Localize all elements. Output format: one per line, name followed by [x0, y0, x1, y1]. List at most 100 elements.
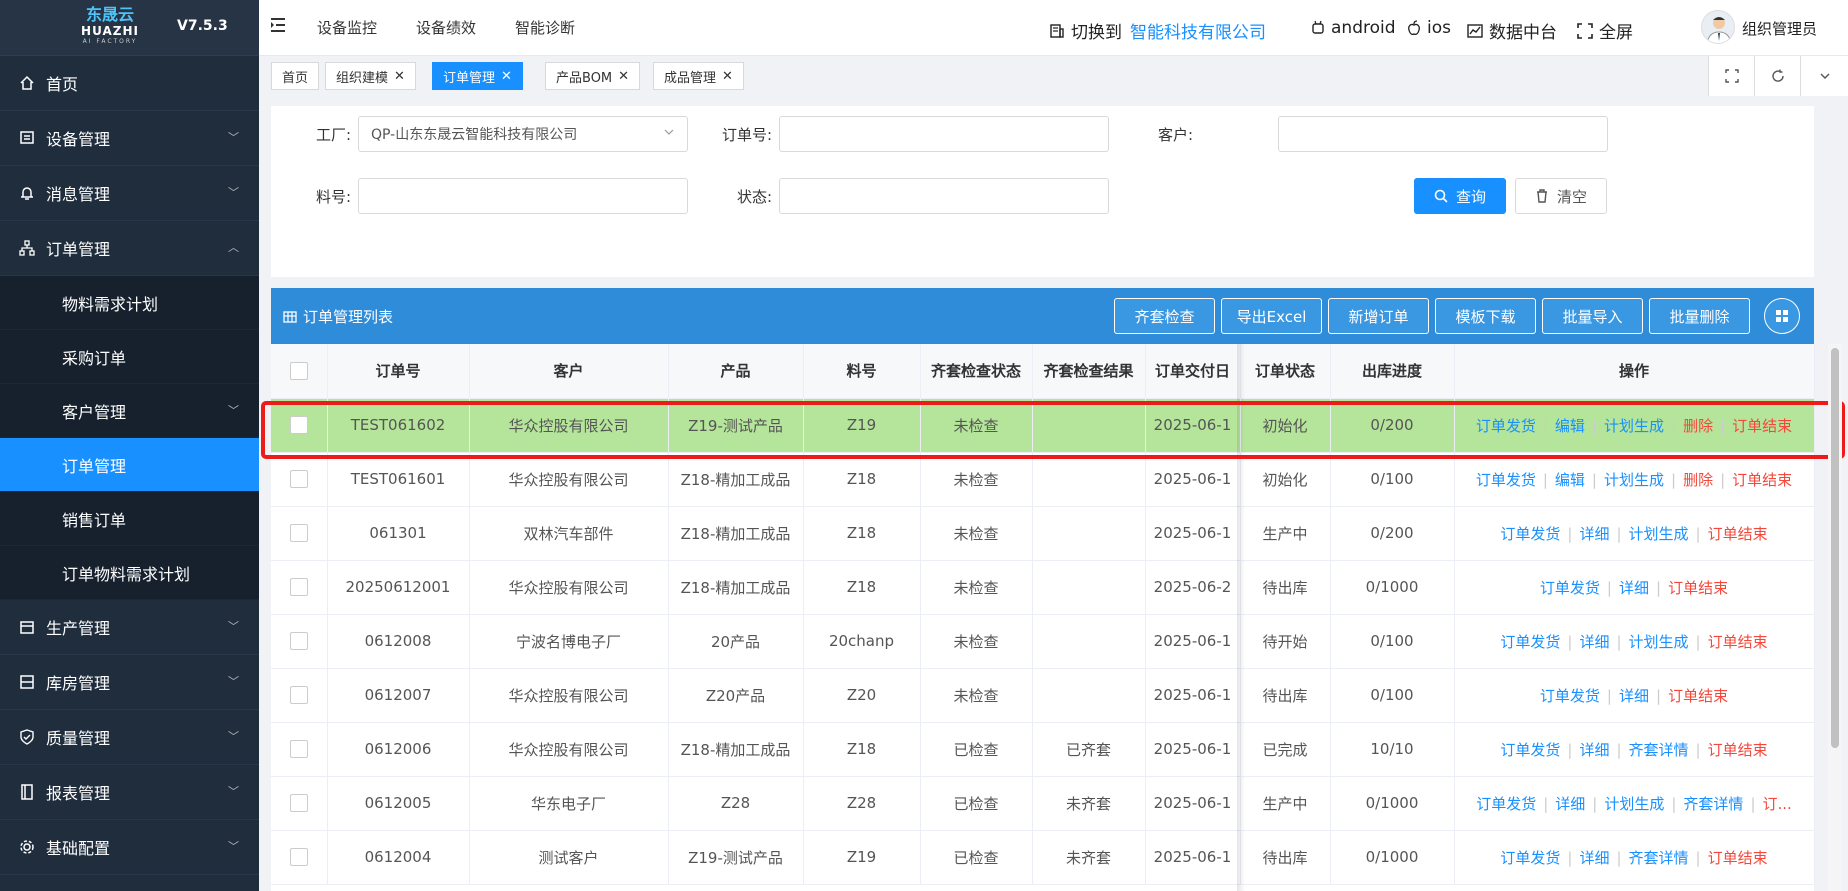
action-link[interactable]: 订单发货 [1476, 795, 1536, 813]
checkbox[interactable] [289, 470, 308, 489]
status-input[interactable] [779, 178, 1109, 214]
sidebar-subitem-order-material-plan[interactable]: 订单物料需求计划 [0, 546, 259, 600]
material-input[interactable] [358, 178, 688, 214]
action-link[interactable]: 计划生成 [1629, 633, 1689, 651]
table-row[interactable]: 20250612001 华众控股有限公司 Z18-精加工成品 Z18 未检查 2025-0… [271, 560, 1815, 615]
action-link[interactable]: 删除 [1683, 417, 1713, 435]
sidebar-item-order[interactable]: 订单管理 ︿ [0, 221, 259, 276]
table-row[interactable]: 0612005 华东电子厂 Z28 Z28 已检查 未齐套 2025-06-1 生产中 0/10… [271, 776, 1815, 831]
ios-link[interactable]: ios [1407, 18, 1451, 38]
avatar[interactable] [1701, 10, 1735, 44]
checkbox[interactable] [289, 848, 308, 867]
table-row[interactable]: 0612007 华众控股有限公司 Z20产品 Z20 未检查 2025-06-1 待出库 0/… [271, 668, 1815, 723]
action-link[interactable]: 订单结束 [1708, 741, 1768, 759]
sidebar-item-report[interactable]: 报表管理 ﹀ [0, 765, 259, 820]
tab-finished-product[interactable]: 成品管理 ✕ [653, 62, 744, 90]
export-excel-button[interactable]: 导出Excel [1221, 298, 1322, 334]
tab-expand-button[interactable] [1708, 56, 1754, 96]
action-link[interactable]: 编辑 [1555, 417, 1585, 435]
table-row[interactable]: 0612006 华众控股有限公司 Z18-精加工成品 Z18 已检查 已齐套 2025-06… [271, 722, 1815, 777]
column-settings-button[interactable] [1764, 298, 1800, 334]
query-button[interactable]: 查询 [1414, 178, 1506, 214]
table-row[interactable]: 0612008 宁波名博电子厂 20产品 20chanp 未检查 2025-06-1 待开始… [271, 614, 1815, 669]
select-all-cell[interactable] [271, 344, 328, 399]
action-link[interactable]: 详细 [1619, 579, 1649, 597]
action-link[interactable]: 详细 [1579, 525, 1609, 543]
table-row[interactable]: TEST061602 华众控股有限公司 Z19-测试产品 Z19 未检查 2025-06-… [271, 398, 1815, 453]
tab-home[interactable]: 首页 [271, 62, 320, 90]
row-select-cell[interactable] [271, 506, 328, 561]
order-no-input[interactable] [779, 116, 1109, 152]
checkbox[interactable] [289, 362, 308, 380]
close-icon[interactable]: ✕ [722, 69, 733, 84]
action-link[interactable]: 计划生成 [1629, 525, 1689, 543]
row-select-cell[interactable] [271, 776, 328, 831]
checkbox[interactable] [289, 686, 308, 705]
row-select-cell[interactable] [271, 452, 328, 507]
sidebar-item-device[interactable]: 设备管理 ﹀ [0, 111, 259, 166]
action-link[interactable]: 订单结束 [1668, 687, 1728, 705]
clear-button[interactable]: 清空 [1515, 178, 1607, 214]
batch-import-button[interactable]: 批量导入 [1542, 298, 1643, 334]
action-link[interactable]: 订单发货 [1476, 471, 1536, 489]
action-link[interactable]: 订单发货 [1500, 741, 1560, 759]
topnav-device-monitor[interactable]: 设备监控 [317, 17, 377, 38]
topnav-intelligent-diagnosis[interactable]: 智能诊断 [515, 17, 575, 38]
data-center-link[interactable]: 数据中台 [1467, 18, 1557, 43]
checkbox[interactable] [289, 578, 308, 597]
checkbox[interactable] [289, 632, 308, 651]
action-link[interactable]: 订单发货 [1500, 633, 1560, 651]
action-link[interactable]: 计划生成 [1604, 795, 1664, 813]
add-order-button[interactable]: 新增订单 [1328, 298, 1429, 334]
topnav-device-performance[interactable]: 设备绩效 [416, 17, 476, 38]
template-download-button[interactable]: 模板下载 [1435, 298, 1536, 334]
customer-input[interactable] [1278, 116, 1608, 152]
sidebar-subitem-material-plan[interactable]: 物料需求计划 [0, 276, 259, 330]
action-link[interactable]: 订单结束 [1708, 633, 1768, 651]
checkbox[interactable] [289, 416, 308, 435]
checkbox[interactable] [289, 740, 308, 759]
tab-product-bom[interactable]: 产品BOM ✕ [545, 62, 641, 90]
action-link[interactable]: 订单结束 [1732, 471, 1792, 489]
action-link[interactable]: 订... [1763, 795, 1792, 813]
factory-select[interactable]: QP-山东东晟云智能科技有限公司 [358, 116, 688, 152]
close-icon[interactable]: ✕ [501, 69, 512, 84]
action-link[interactable]: 订单结束 [1708, 849, 1768, 867]
action-link[interactable]: 订单发货 [1476, 417, 1536, 435]
row-select-cell[interactable] [271, 398, 328, 453]
sidebar-item-warehouse[interactable]: 库房管理 ﹀ [0, 655, 259, 710]
sidebar-subitem-customer[interactable]: 客户管理 ﹀ [0, 384, 259, 438]
action-link[interactable]: 订单发货 [1500, 849, 1560, 867]
action-link[interactable]: 详细 [1619, 687, 1649, 705]
vertical-scrollbar[interactable] [1828, 344, 1842, 891]
row-select-cell[interactable] [271, 614, 328, 669]
action-link[interactable]: 订单结束 [1668, 579, 1728, 597]
action-link[interactable]: 编辑 [1555, 471, 1585, 489]
action-link[interactable]: 订单结束 [1732, 417, 1792, 435]
row-select-cell[interactable] [271, 830, 328, 885]
fullscreen-button[interactable]: 全屏 [1577, 18, 1633, 43]
action-link[interactable]: 订单发货 [1500, 525, 1560, 543]
table-row[interactable]: 0612004 测试客户 Z19-测试产品 Z19 已检查 未齐套 2025-06-1 待出库… [271, 830, 1815, 885]
scrollbar-thumb[interactable] [1831, 348, 1839, 748]
android-link[interactable]: android [1311, 18, 1396, 38]
checkbox[interactable] [289, 794, 308, 813]
action-link[interactable]: 订单结束 [1708, 525, 1768, 543]
batch-delete-button[interactable]: 批量删除 [1649, 298, 1750, 334]
action-link[interactable]: 齐套详情 [1629, 741, 1689, 759]
action-link[interactable]: 详细 [1579, 741, 1609, 759]
tab-org-model[interactable]: 组织建模 ✕ [325, 62, 416, 90]
sidebar-subitem-purchase[interactable]: 采购订单 [0, 330, 259, 384]
sidebar-item-config[interactable]: 基础配置 ﹀ [0, 820, 259, 875]
action-link[interactable]: 详细 [1579, 633, 1609, 651]
sidebar-item-quality[interactable]: 质量管理 ﹀ [0, 710, 259, 765]
checkbox[interactable] [289, 524, 308, 543]
close-icon[interactable]: ✕ [394, 69, 405, 84]
sidebar-item-home[interactable]: 首页 [0, 56, 259, 111]
sidebar-item-production[interactable]: 生产管理 ﹀ [0, 600, 259, 655]
action-link[interactable]: 详细 [1555, 795, 1585, 813]
action-link[interactable]: 订单发货 [1540, 579, 1600, 597]
tab-dropdown-button[interactable] [1800, 56, 1848, 96]
sidebar-item-message[interactable]: 消息管理 ﹀ [0, 166, 259, 221]
close-icon[interactable]: ✕ [618, 69, 629, 84]
